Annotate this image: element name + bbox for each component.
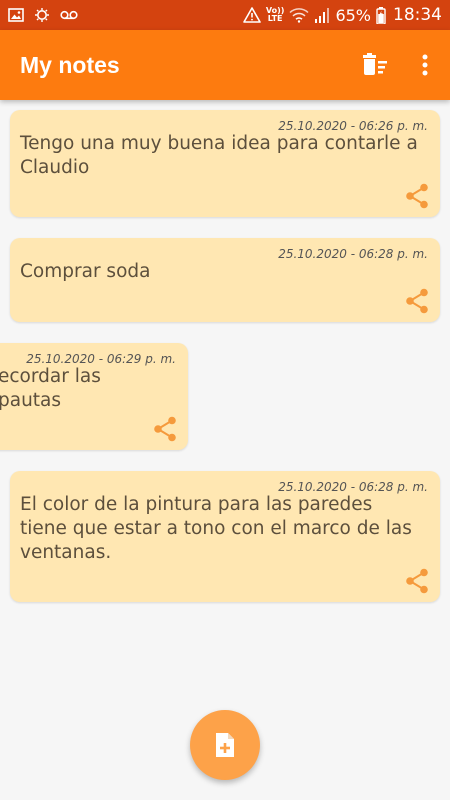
note-date: 25.10.2020 - 06:26 p. m. — [278, 119, 428, 133]
clock: 18:34 — [393, 5, 442, 25]
status-bar-notifications — [8, 7, 78, 23]
add-note-button[interactable] — [190, 710, 260, 780]
note-card[interactable]: 25.10.2020 - 06:29 p. m. ecordar las pau… — [0, 343, 188, 450]
warning-icon — [243, 7, 261, 23]
note-card[interactable]: 25.10.2020 - 06:26 p. m. Tengo una muy b… — [10, 110, 440, 217]
share-button[interactable] — [404, 288, 430, 314]
signal-icon — [314, 7, 330, 23]
app-bar: My notes — [0, 30, 450, 100]
share-icon — [406, 288, 428, 314]
more-options-button[interactable] — [400, 40, 450, 90]
note-card[interactable]: 25.10.2020 - 06:28 p. m. El color de la … — [10, 471, 440, 602]
note-date: 25.10.2020 - 06:29 p. m. — [26, 352, 176, 366]
note-date: 25.10.2020 - 06:28 p. m. — [278, 480, 428, 494]
delete-sweep-icon — [363, 53, 387, 75]
note-text: Comprar soda — [20, 261, 151, 282]
share-button[interactable] — [404, 568, 430, 594]
share-button[interactable] — [404, 183, 430, 209]
volte-label-bottom: LTE — [267, 14, 283, 23]
note-text: ecordar las pautas — [0, 366, 101, 411]
wifi-icon — [289, 7, 309, 23]
note-text: El color de la pintura para las paredes … — [20, 494, 412, 563]
volte-icon: Vo)) LTE — [266, 7, 285, 23]
voicemail-icon — [60, 10, 78, 20]
share-icon — [406, 568, 428, 594]
battery-icon — [376, 6, 386, 24]
share-icon — [154, 416, 176, 442]
battery-percentage: 65% — [335, 5, 371, 25]
share-button[interactable] — [152, 416, 178, 442]
page-title: My notes — [20, 51, 120, 78]
add-note-icon — [216, 733, 234, 757]
notes-list: 25.10.2020 - 06:26 p. m. Tengo una muy b… — [0, 100, 450, 800]
note-card[interactable]: 25.10.2020 - 06:28 p. m. Comprar soda — [10, 238, 440, 322]
share-icon — [406, 183, 428, 209]
status-bar: Vo)) LTE 65% 18:34 — [0, 0, 450, 30]
image-icon — [8, 8, 24, 22]
note-date: 25.10.2020 - 06:28 p. m. — [278, 247, 428, 261]
sync-icon — [33, 7, 51, 23]
status-bar-system: Vo)) LTE 65% 18:34 — [243, 5, 442, 25]
app-bar-actions — [350, 40, 450, 90]
note-text: Tengo una muy buena idea para contarle a… — [20, 133, 418, 178]
more-vert-icon — [422, 54, 428, 76]
delete-all-button[interactable] — [350, 40, 400, 90]
